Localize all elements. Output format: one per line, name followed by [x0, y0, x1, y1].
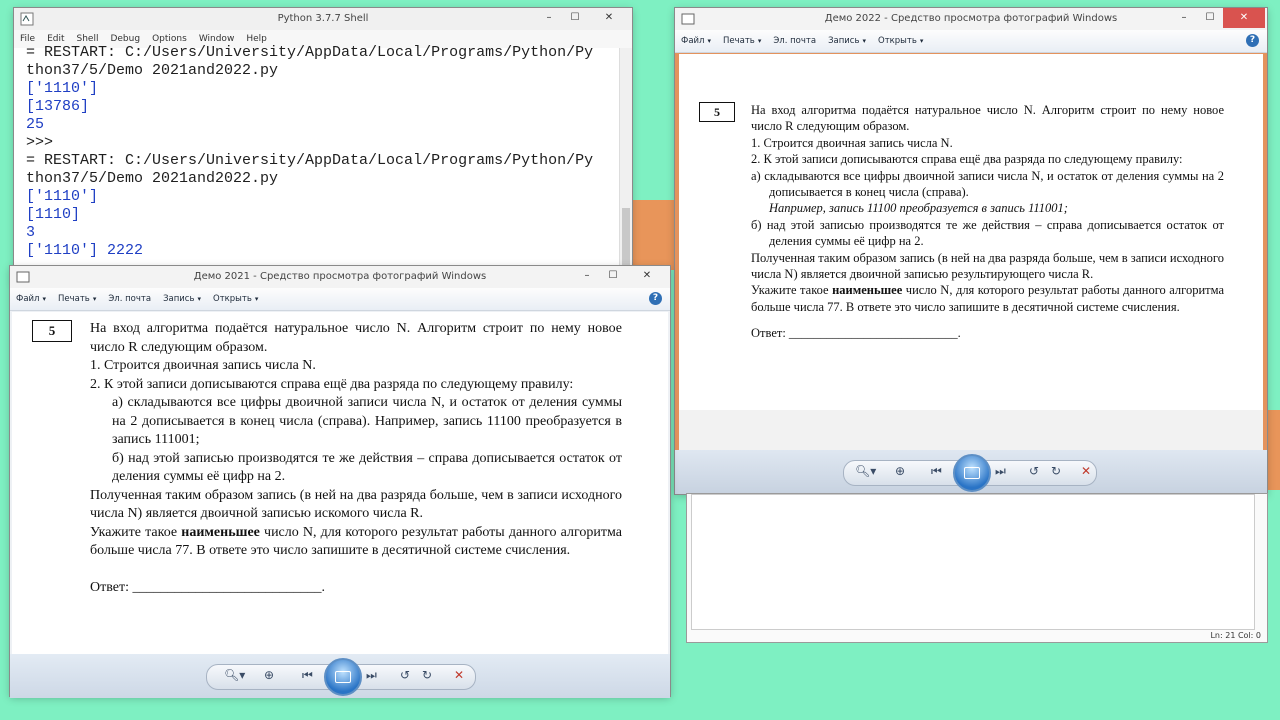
- shell-title: Python 3.7.7 Shell: [277, 13, 369, 24]
- previous-icon[interactable]: ⏮: [302, 668, 313, 683]
- viewer2022-title: Демо 2022 - Средство просмотра фотографи…: [824, 13, 1118, 24]
- shell-line: thon37/5/Demo 2021and2022.py: [26, 62, 279, 79]
- shell-line: 3: [26, 224, 36, 241]
- menu-print[interactable]: Печать ▾: [717, 30, 767, 52]
- python-shell-window: Python 3.7.7 Shell – ☐ ✕ File Edit Shell De…: [14, 8, 632, 283]
- minimize-button[interactable]: –: [574, 266, 600, 286]
- editor-status: Ln: 21 Col: 0: [1210, 631, 1261, 640]
- python-icon: [20, 12, 34, 26]
- document-bottom-band: [679, 410, 1263, 450]
- viewer2021-titlebar: Демо 2021 - Средство просмотра фотографи…: [10, 266, 670, 289]
- viewer2022-toolbar: 🔍︎▾ ⊕ ⏮ ⏭ ↺ ↻ ✕: [675, 450, 1267, 494]
- shell-output-area[interactable]: = RESTART: C:/Users/University/AppData/L…: [26, 44, 593, 260]
- maximize-button[interactable]: ☐: [562, 8, 588, 28]
- viewer2021-document: 5 На вход алгоритма подаётся натуральное…: [12, 312, 668, 654]
- minimize-button[interactable]: –: [536, 8, 562, 28]
- task-text: На вход алгоритма подаётся натуральное ч…: [90, 320, 622, 597]
- shell-titlebar: Python 3.7.7 Shell – ☐ ✕: [14, 8, 632, 31]
- scrollbar-thumb[interactable]: [622, 208, 630, 268]
- shell-line: = RESTART: C:/Users/University/AppData/L…: [26, 44, 594, 61]
- task-paragraph-3: 2. К этой записи дописываются справа ещё…: [751, 152, 1183, 167]
- menu-file[interactable]: Файл ▾: [10, 288, 52, 310]
- task-paragraph-6: Полученная таким образом запись (в ней н…: [90, 487, 622, 522]
- rotate-left-icon[interactable]: ↺: [400, 668, 410, 682]
- viewer2021-toolbar: 🔍︎▾ ⊕ ⏮ ⏭ ↺ ↻ ✕: [10, 654, 670, 698]
- task-paragraph-6: Полученная таким образом запись (в ней н…: [751, 250, 1224, 282]
- shell-line: 25: [26, 116, 45, 133]
- slideshow-button[interactable]: [324, 658, 362, 696]
- photo-viewer-icon: [16, 270, 30, 284]
- task-rule-a: а) складываются все цифры двоичной запис…: [112, 395, 622, 447]
- photo-viewer-2022-window: Демо 2022 - Средство просмотра фотографи…: [675, 8, 1267, 494]
- slideshow-button[interactable]: [953, 454, 991, 492]
- task-question: Укажите такое наименьшее число N, для ко…: [90, 524, 622, 559]
- shell-line: ['1110']: [26, 188, 99, 205]
- task-example: Например, запись 11100 преобразуется в з…: [769, 201, 1068, 216]
- minimize-button[interactable]: –: [1171, 8, 1197, 28]
- task-number-box: 5: [699, 102, 735, 122]
- shell-line: = RESTART: C:/Users/University/AppData/L…: [26, 152, 594, 169]
- answer-line: Ответ: ___________________________.: [751, 326, 961, 341]
- task-number-box: 5: [32, 320, 72, 342]
- menu-email[interactable]: Эл. почта: [767, 30, 822, 52]
- menu-file[interactable]: Файл ▾: [675, 30, 717, 52]
- fit-window-icon[interactable]: ⊕: [895, 464, 905, 478]
- menu-open[interactable]: Открыть ▾: [207, 288, 264, 310]
- task-rule-b: б) над этой записью производятся те же д…: [751, 217, 1224, 249]
- maximize-button[interactable]: ☐: [1197, 8, 1223, 28]
- shell-line: ['1110'] 2222: [26, 242, 144, 259]
- task-paragraph-1: На вход алгоритма подаётся натуральное ч…: [90, 321, 622, 355]
- shell-line: [13786]: [26, 98, 90, 115]
- viewer2022-commandbar: Файл ▾ Печать ▾ Эл. почта Запись ▾ Открыть ▾ ?: [675, 30, 1267, 53]
- desktop-orange-shape: [628, 200, 674, 270]
- rotate-right-icon[interactable]: ↻: [422, 668, 432, 682]
- editor-text-area[interactable]: [691, 494, 1255, 630]
- answer-line: Ответ: ___________________________.: [90, 579, 325, 595]
- task-text: На вход алгоритма подаётся натуральное ч…: [751, 102, 1224, 342]
- shell-line: thon37/5/Demo 2021and2022.py: [26, 170, 279, 187]
- viewer2022-titlebar: Демо 2022 - Средство просмотра фотографи…: [675, 8, 1267, 31]
- help-icon[interactable]: ?: [649, 292, 662, 305]
- editor-window: Ln: 21 Col: 0: [687, 494, 1267, 642]
- maximize-button[interactable]: ☐: [600, 266, 626, 286]
- rotate-left-icon[interactable]: ↺: [1029, 464, 1039, 478]
- zoom-icon[interactable]: 🔍︎▾: [855, 464, 876, 478]
- viewer2021-commandbar: Файл ▾ Печать ▾ Эл. почта Запись ▾ Открыть ▾ ?: [10, 288, 670, 311]
- next-icon[interactable]: ⏭: [366, 668, 377, 683]
- close-button[interactable]: ✕: [626, 266, 668, 286]
- task-rule-b: б) над этой записью производятся те же д…: [112, 450, 622, 485]
- photo-viewer-icon: [681, 12, 695, 26]
- close-button[interactable]: ✕: [1223, 8, 1265, 28]
- task-question: Укажите такое наименьшее число N, для ко…: [751, 283, 1225, 314]
- shell-scrollbar[interactable]: [619, 48, 632, 283]
- photo-viewer-2021-window: Демо 2021 - Средство просмотра фотографи…: [10, 266, 670, 698]
- close-button[interactable]: ✕: [588, 8, 630, 28]
- task-paragraph-2: 1. Строится двоичная запись числа N.: [90, 358, 316, 373]
- previous-icon[interactable]: ⏮: [931, 464, 942, 479]
- next-icon[interactable]: ⏭: [995, 464, 1006, 479]
- task-paragraph-2: 1. Строится двоичная запись числа N.: [751, 135, 953, 150]
- delete-icon[interactable]: ✕: [1081, 464, 1091, 478]
- menu-burn[interactable]: Запись ▾: [157, 288, 207, 310]
- shell-line: ['1110']: [26, 80, 99, 97]
- shell-line: [1110]: [26, 206, 81, 223]
- task-rule-a: а) складываются все цифры двоичной запис…: [751, 168, 1224, 200]
- help-icon[interactable]: ?: [1246, 34, 1259, 47]
- viewer2022-document: 5 На вход алгоритма подаётся натуральное…: [679, 54, 1263, 450]
- menu-email[interactable]: Эл. почта: [102, 288, 157, 310]
- task-paragraph-1: На вход алгоритма подаётся натуральное ч…: [751, 103, 1224, 134]
- delete-icon[interactable]: ✕: [454, 668, 464, 682]
- menu-burn[interactable]: Запись ▾: [822, 30, 872, 52]
- menu-print[interactable]: Печать ▾: [52, 288, 102, 310]
- menu-open[interactable]: Открыть ▾: [872, 30, 929, 52]
- zoom-icon[interactable]: 🔍︎▾: [224, 668, 245, 682]
- shell-line: >>>: [26, 134, 54, 151]
- rotate-right-icon[interactable]: ↻: [1051, 464, 1061, 478]
- viewer2021-title: Демо 2021 - Средство просмотра фотографи…: [193, 271, 487, 282]
- task-paragraph-3: 2. К этой записи дописываются справа ещё…: [90, 376, 574, 392]
- fit-window-icon[interactable]: ⊕: [264, 668, 274, 682]
